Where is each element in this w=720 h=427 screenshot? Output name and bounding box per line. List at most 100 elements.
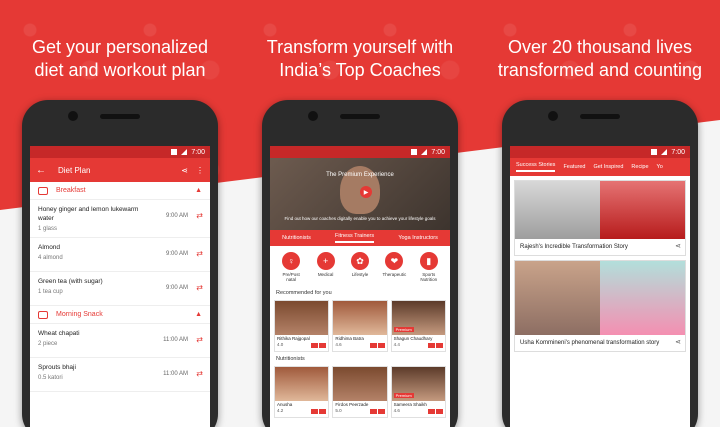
coach-card[interactable]: Rithika Rajgopal 4.0 (274, 300, 330, 352)
caption-line: diet and workout plan (34, 60, 206, 80)
tab-overflow[interactable]: Yo (657, 164, 663, 170)
category-row: ♀ Pre/Post natal + Medical ✿ Lifestyle ❤ The… (270, 246, 450, 288)
story-title: Rajesh's Incredible Transformation Story (520, 244, 628, 250)
coach-name: Rithika Rajgopal (277, 336, 310, 341)
story-title-row: Rajesh's Incredible Transformation Story… (515, 239, 685, 255)
heart-icon[interactable] (435, 409, 443, 414)
recommended-row: Rithika Rajgopal 4.0 Ridhima Batra 4.6 P… (270, 298, 450, 354)
stories-tabs: Success Stories Featured Get Inspired Re… (510, 158, 690, 176)
speaker-grille (100, 114, 140, 119)
caption-line: Get your personalized (31, 37, 209, 57)
wifi-icon (171, 149, 178, 155)
story-card[interactable]: Usha Kommineni's phenomenal transformati… (514, 260, 686, 352)
share-icon[interactable]: ⋖ (675, 339, 681, 347)
story-title-row: Usha Kommineni's phenomenal transformati… (515, 335, 685, 351)
tab-featured[interactable]: Featured (563, 164, 585, 170)
caption-2: Transform yourself with India’s Top Coac… (240, 36, 480, 82)
meal-name: Wheat chapati (38, 330, 80, 337)
chat-icon[interactable] (369, 409, 377, 414)
screen: 7:00 ← Diet Plan ⋖ ⋮ Breakfast ▲ Honey g… (30, 146, 210, 427)
swap-icon[interactable]: ⇄ (196, 335, 203, 344)
meal-time: 9:00 AM (165, 285, 188, 291)
card-actions (427, 409, 443, 414)
coach-photo (333, 367, 387, 401)
heart-icon[interactable] (435, 343, 443, 348)
coach-name: Ridhima Batra (335, 336, 364, 341)
chat-icon[interactable] (427, 343, 435, 348)
phone-coaches: 7:00 The Premium Experience ▶ Find out h… (262, 100, 458, 427)
meal-time: 11:00 AM (163, 371, 188, 377)
list-item[interactable]: Honey ginger and lemon lukewarm water 1 … (30, 200, 210, 238)
breakfast-icon (38, 186, 48, 195)
medical-cross-icon: + (316, 252, 335, 270)
before-after-photo (515, 261, 685, 335)
play-icon[interactable]: ▶ (360, 186, 372, 198)
after-photo (600, 261, 685, 335)
before-photo (515, 261, 600, 335)
after-photo (600, 181, 685, 239)
lifestyle-icon: ✿ (350, 252, 369, 270)
tab-nutritionists[interactable]: Nutritionists (282, 235, 311, 241)
back-arrow-icon[interactable]: ← (36, 165, 46, 176)
before-after-photo (515, 181, 685, 239)
tab-yoga-instructors[interactable]: Yoga Instructors (398, 235, 438, 241)
banner-title: The Premium Experience (326, 172, 394, 178)
share-icon[interactable]: ⋖ (181, 166, 188, 175)
list-item[interactable]: Green tea (with sugar) 1 tea cup 9:00 AM… (30, 272, 210, 306)
status-time: 7:00 (671, 148, 685, 156)
meal-name: Green tea (with sugar) (38, 278, 103, 285)
screen: 7:00 The Premium Experience ▶ Find out h… (270, 146, 450, 427)
coach-card[interactable]: Anusha 4.2 (274, 366, 330, 418)
chat-icon[interactable] (427, 409, 435, 414)
coach-photo (275, 301, 329, 335)
speaker-grille (340, 114, 380, 119)
list-item[interactable]: Wheat chapati 2 piece 11:00 AM ⇄ (30, 324, 210, 358)
category-medical[interactable]: + Medical (313, 252, 339, 282)
tab-get-inspired[interactable]: Get Inspired (593, 164, 623, 170)
category-lifestyle[interactable]: ✿ Lifestyle (347, 252, 373, 282)
heart-icon[interactable] (377, 343, 385, 348)
screen: 7:00 Success Stories Featured Get Inspir… (510, 146, 690, 427)
coach-card[interactable]: Ridhima Batra 4.6 (332, 300, 388, 352)
chat-icon[interactable] (311, 409, 319, 414)
section-morning-snack[interactable]: Morning Snack ▲ (30, 306, 210, 324)
status-bar: 7:00 (510, 146, 690, 158)
coach-name: Firdos Peerzade (335, 402, 369, 407)
list-item[interactable]: Almond 4 almond 9:00 AM ⇄ (30, 238, 210, 272)
share-icon[interactable]: ⋖ (675, 243, 681, 251)
tab-success-stories[interactable]: Success Stories (516, 162, 556, 172)
swap-icon[interactable]: ⇄ (196, 369, 203, 378)
list-item[interactable]: Sprouts bhaji 0.5 katori 11:00 AM ⇄ (30, 358, 210, 392)
chevron-up-icon[interactable]: ▲ (195, 187, 202, 194)
tab-recipe[interactable]: Recipe (631, 164, 648, 170)
caption-line: transformed and counting (497, 60, 703, 80)
tab-fitness-trainers[interactable]: Fitness Trainers (335, 233, 375, 243)
story-card[interactable]: Rajesh's Incredible Transformation Story… (514, 180, 686, 256)
nutritionists-row: Anusha 4.2 Firdos Peerzade 5.0 Premium S… (270, 364, 450, 420)
premium-video-banner[interactable]: The Premium Experience ▶ Find out how ou… (270, 158, 450, 230)
section-breakfast[interactable]: Breakfast ▲ (30, 182, 210, 200)
coach-card[interactable]: Premium Shagun Chaudhary 4.4 (390, 300, 446, 352)
swap-icon[interactable]: ⇄ (196, 249, 203, 258)
category-sports-nutrition[interactable]: ▮ Sports Nutrition (416, 252, 442, 282)
swap-icon[interactable]: ⇄ (196, 211, 203, 220)
heart-icon[interactable] (377, 409, 385, 414)
signal-icon (421, 149, 428, 155)
signal-icon (661, 149, 668, 155)
heart-icon[interactable] (319, 409, 327, 414)
chat-icon[interactable] (369, 343, 377, 348)
status-bar: 7:00 (270, 146, 450, 158)
heart-icon[interactable] (319, 343, 327, 348)
card-actions (427, 343, 443, 348)
swap-icon[interactable]: ⇄ (196, 283, 203, 292)
chat-icon[interactable] (311, 343, 319, 348)
coach-card[interactable]: Firdos Peerzade 5.0 (332, 366, 388, 418)
section-heading: Recommended for you (276, 290, 332, 296)
category-prepost-natal[interactable]: ♀ Pre/Post natal (278, 252, 304, 282)
chevron-up-icon[interactable]: ▲ (195, 311, 202, 318)
card-actions (311, 343, 327, 348)
coach-card[interactable]: Premium Sameera Shaikh 4.6 (390, 366, 446, 418)
meal-qty: 1 glass (38, 226, 58, 232)
more-vert-icon[interactable]: ⋮ (196, 166, 204, 175)
category-therapeutic[interactable]: ❤ Therapeutic (381, 252, 407, 282)
